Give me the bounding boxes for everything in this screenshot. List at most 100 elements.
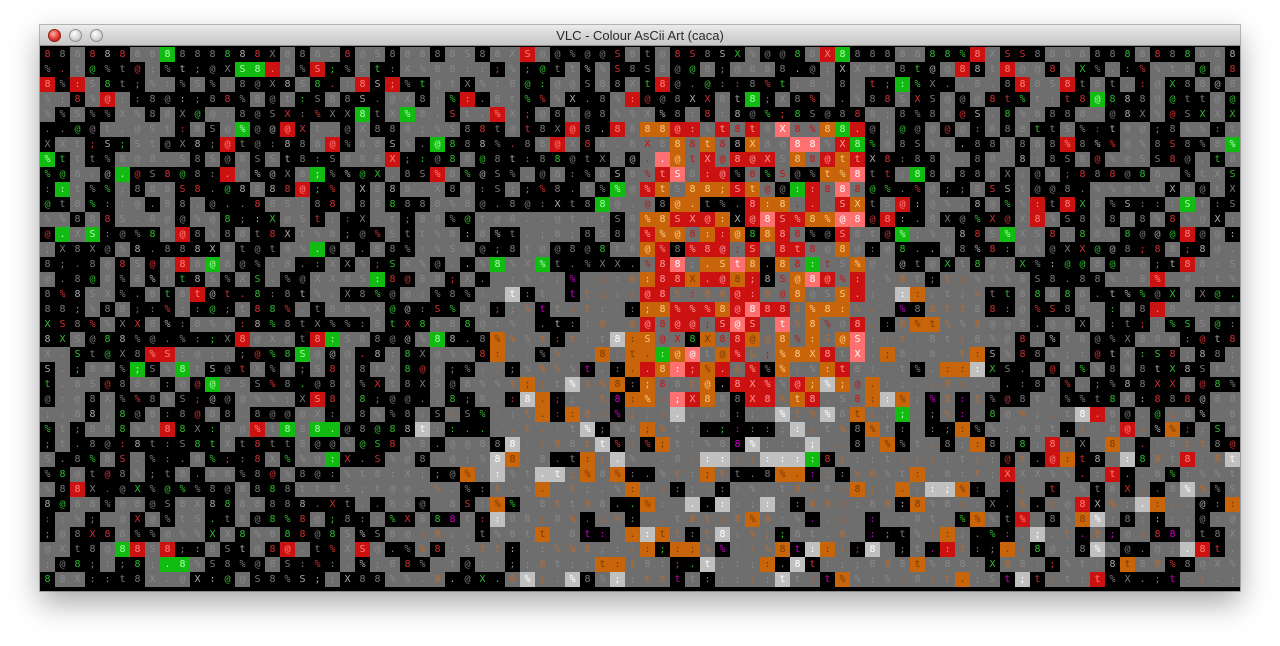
ascii-cell: ; xyxy=(715,512,730,527)
ascii-cell: % xyxy=(1195,467,1210,482)
ascii-cell: % xyxy=(895,227,910,242)
ascii-cell: @ xyxy=(224,154,231,165)
ascii-cell: % xyxy=(344,169,351,180)
ascii-cell: : xyxy=(104,229,111,240)
ascii-cell: % xyxy=(190,527,205,542)
ascii-cell: : xyxy=(445,542,460,557)
ascii-cell: @ xyxy=(104,379,111,390)
ascii-cell: : xyxy=(749,424,756,435)
ascii-cell: 8 xyxy=(299,514,306,525)
ascii-cell: . xyxy=(100,512,115,527)
ascii-cell: @ xyxy=(310,452,325,467)
ascii-cell: X xyxy=(1045,377,1060,392)
ascii-cell: . xyxy=(325,122,340,137)
ascii-cell: 8 xyxy=(779,64,786,75)
ascii-cell: . xyxy=(940,347,955,362)
ascii-cell: ; xyxy=(929,274,936,285)
ascii-cell: : xyxy=(520,437,535,452)
ascii-cell: : xyxy=(895,77,910,92)
ascii-cell: @ xyxy=(1000,332,1015,347)
ascii-cell: : xyxy=(254,214,261,225)
ascii-cell: @ xyxy=(194,109,201,120)
ascii-cell: . xyxy=(44,124,51,135)
ascii-cell: 8 xyxy=(805,152,820,167)
ascii-cell: @ xyxy=(959,109,966,120)
ascii-cell: t xyxy=(1109,79,1116,90)
ascii-cell: : xyxy=(359,319,366,330)
ascii-cell: X xyxy=(329,499,336,510)
ascii-cell: t xyxy=(314,214,321,225)
ascii-cell: t xyxy=(569,199,576,210)
ascii-cell: % xyxy=(44,169,51,180)
ascii-cell: t xyxy=(700,347,715,362)
ascii-cell: 8 xyxy=(1049,514,1056,525)
ascii-cell: : xyxy=(569,169,576,180)
ascii-cell: 8 xyxy=(430,332,445,347)
ascii-cell: 8 xyxy=(1180,377,1195,392)
ascii-cell: S xyxy=(269,109,276,120)
ascii-cell: % xyxy=(745,527,760,542)
ascii-cell: 8 xyxy=(1109,364,1116,375)
ascii-cell: . xyxy=(955,572,970,587)
ascii-cell: @ xyxy=(40,272,55,287)
ascii-cell: @ xyxy=(115,512,130,527)
ascii-cell: t xyxy=(655,182,670,197)
ascii-cell: % xyxy=(775,377,790,392)
ascii-cell: @ xyxy=(1034,169,1041,180)
ascii-cell: t xyxy=(655,167,670,182)
ascii-cell: % xyxy=(119,289,126,300)
ascii-cell: ; xyxy=(1015,572,1030,587)
ascii-cell: . xyxy=(340,557,355,572)
ascii-cell: 8 xyxy=(374,334,381,345)
ascii-cell: . xyxy=(1079,184,1086,195)
ascii-cell: % xyxy=(505,332,520,347)
ascii-cell: @ xyxy=(314,529,321,540)
ascii-cell: @ xyxy=(44,229,51,240)
ascii-cell: 8 xyxy=(404,169,411,180)
ascii-cell: @ xyxy=(194,409,201,420)
ascii-cell: 8 xyxy=(224,229,231,240)
ascii-cell: @ xyxy=(149,334,156,345)
ascii-cell: . xyxy=(74,439,81,450)
ascii-cell: . xyxy=(955,152,970,167)
ascii-cell: X xyxy=(1079,199,1086,210)
ascii-cell: 8 xyxy=(179,244,186,255)
ascii-cell: : xyxy=(475,557,490,572)
ascii-cell: 8 xyxy=(989,139,996,150)
ascii-cell: 8 xyxy=(655,287,670,302)
ascii-cell: t xyxy=(535,527,550,542)
ascii-cell: . xyxy=(1165,497,1180,512)
ascii-cell: % xyxy=(610,467,625,482)
ascii-cell: % xyxy=(190,212,205,227)
ascii-cell: 8 xyxy=(254,199,261,210)
ascii-cell: 8 xyxy=(599,94,606,105)
ascii-cell: 8 xyxy=(790,287,805,302)
ascii-cell: @ xyxy=(295,182,310,197)
ascii-cell: 8 xyxy=(974,169,981,180)
ascii-cell: X xyxy=(44,139,51,150)
ascii-cell: % xyxy=(1060,62,1075,77)
ascii-cell: t xyxy=(820,167,835,182)
ascii-cell: 8 xyxy=(1210,137,1225,152)
ascii-cell: : xyxy=(119,439,126,450)
ascii-cell: @ xyxy=(1094,244,1101,255)
ascii-cell: 8 xyxy=(494,439,501,450)
ascii-cell: S xyxy=(880,197,895,212)
ascii-cell: @ xyxy=(235,167,250,182)
ascii-cell: @ xyxy=(524,79,531,90)
ascii-cell: 8 xyxy=(479,139,486,150)
title-bar[interactable]: VLC - Colour AsCii Art (caca) xyxy=(40,25,1240,46)
ascii-cell: % xyxy=(1139,64,1146,75)
ascii-cell: @ xyxy=(490,212,505,227)
ascii-cell: 8 xyxy=(745,197,760,212)
ascii-cell: : xyxy=(104,574,111,585)
ascii-cell: : xyxy=(910,287,925,302)
ascii-cell: ; xyxy=(194,394,201,405)
ascii-cell: t xyxy=(1109,349,1116,360)
video-output[interactable]: 8 8 8 8 8 8 8 8 8 8 8 8 8 8 8 X 8 8 8 S 8 @ S 8 8 8 8 8 S 8 8 X S @ @% @ @ S 8… xyxy=(40,46,1240,591)
ascii-cell: 8 xyxy=(295,167,310,182)
ascii-cell: . xyxy=(974,529,981,540)
ascii-cell: % xyxy=(1004,199,1011,210)
ascii-cell: @ xyxy=(569,154,576,165)
ascii-cell: % xyxy=(970,287,985,302)
